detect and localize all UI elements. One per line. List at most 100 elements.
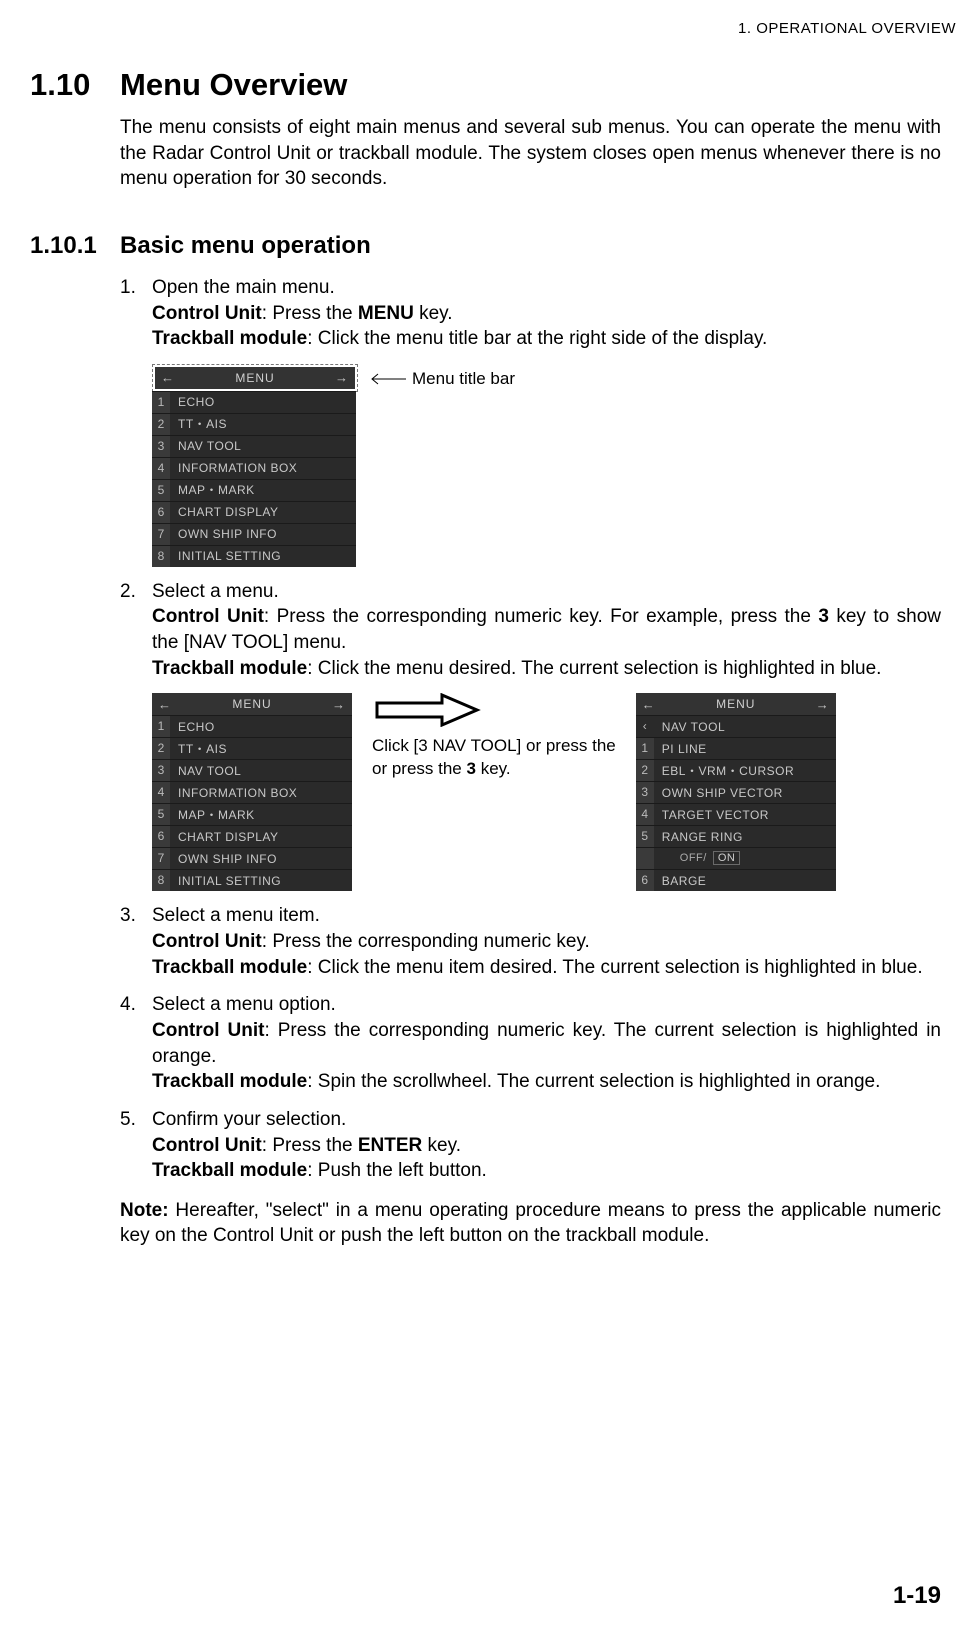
menu-item-number: 1 — [152, 392, 170, 413]
page: 1. OPERATIONAL OVERVIEW 1.10 Menu Overvi… — [0, 0, 971, 1640]
step-lead: Open the main menu. — [152, 277, 335, 298]
menu-titlebar: ← MENU → — [155, 367, 355, 389]
trackball-label: Trackball module — [152, 1160, 307, 1181]
menu-item: 2TT・AIS — [152, 737, 352, 759]
note-paragraph: Note: Hereafter, "select" in a menu oper… — [120, 1198, 941, 1249]
text: : Press the — [262, 303, 358, 324]
arrow-left-icon: ← — [158, 696, 172, 714]
menu-item: 7OWN SHIP INFO — [152, 523, 356, 545]
menu-item-number: 3 — [152, 436, 170, 457]
menu-item-label: INFORMATION BOX — [170, 785, 352, 801]
text: : Press the corresponding numeric key. T… — [152, 1020, 941, 1067]
menu-item: 5RANGE RING — [636, 825, 836, 847]
menu-item-label: ECHO — [170, 394, 356, 410]
text: : Press the corresponding numeric key. — [262, 931, 590, 952]
step-2: Select a menu. Control Unit: Press the c… — [120, 579, 941, 892]
menu-item-label: OWN SHIP VECTOR — [654, 785, 836, 801]
menu-title: MENU — [716, 696, 755, 712]
step-1: Open the main menu. Control Unit: Press … — [120, 275, 941, 567]
text: key. — [414, 303, 453, 324]
text: key. — [422, 1135, 461, 1156]
trackball-label: Trackball module — [152, 1071, 307, 1092]
arrow-left-icon: ← — [161, 369, 175, 387]
step-lead: Select a menu. — [152, 581, 279, 602]
text: : Click the menu title bar at the right … — [307, 328, 767, 349]
menu-item-number: 5 — [152, 804, 170, 825]
menu-item-label: CHART DISPLAY — [170, 829, 352, 845]
menu-titlebar: ← MENU → — [636, 693, 836, 715]
arrow-right-icon: → — [335, 369, 349, 387]
menu-item-label: TT・AIS — [170, 741, 352, 757]
menu-item-number: 7 — [152, 848, 170, 869]
menu-item: 1PI LINE — [636, 737, 836, 759]
figure-caption: Click [3 NAV TOOL] or press the or press… — [372, 735, 616, 779]
menu-item-number: 2 — [152, 738, 170, 759]
menu-item-number: 6 — [636, 870, 654, 891]
menu-item: 4TARGET VECTOR — [636, 803, 836, 825]
menu-item-number: 2 — [152, 414, 170, 435]
menu-title: MENU — [235, 370, 274, 386]
menu-item: 3NAV TOOL — [152, 759, 352, 781]
arrow-left-icon — [366, 372, 406, 386]
menu-panel-left: ← MENU → 1ECHO 2TT・AIS 3NAV TOOL 4INFORM… — [152, 693, 352, 891]
menu-item: 6CHART DISPLAY — [152, 501, 356, 523]
menu-item-label: CHART DISPLAY — [170, 504, 356, 520]
menu-item-number: 6 — [152, 502, 170, 523]
key-name: 3 — [467, 759, 476, 778]
menu-item-number: 8 — [152, 546, 170, 567]
note-label: Note: — [120, 1200, 169, 1221]
step-lead: Select a menu option. — [152, 994, 336, 1015]
menu-item-number: 6 — [152, 826, 170, 847]
running-header: 1. OPERATIONAL OVERVIEW — [30, 20, 956, 37]
step-4: Select a menu option. Control Unit: Pres… — [120, 992, 941, 1095]
key-name: 3 — [818, 606, 829, 627]
menu-item: 8INITIAL SETTING — [152, 869, 352, 891]
menu-item-label: BARGE — [654, 873, 836, 889]
text: : Press the — [262, 1135, 358, 1156]
menu-titlebar: ← MENU → — [152, 693, 352, 715]
trackball-label: Trackball module — [152, 658, 307, 679]
menu-item-label: INITIAL SETTING — [170, 873, 352, 889]
menu-item-number: 2 — [636, 760, 654, 781]
trackball-label: Trackball module — [152, 957, 307, 978]
section-number: 1.10 — [30, 67, 120, 103]
section-title: Menu Overview — [120, 67, 347, 103]
intro-paragraph: The menu consists of eight main menus an… — [120, 115, 941, 192]
back-icon: ‹ — [636, 716, 654, 737]
menu-item-label: PI LINE — [654, 741, 836, 757]
menu-item-number: 7 — [152, 524, 170, 545]
step-5: Confirm your selection. Control Unit: Pr… — [120, 1107, 941, 1184]
menu-title: MENU — [232, 696, 271, 712]
menu-item: 6CHART DISPLAY — [152, 825, 352, 847]
menu-option: OFF/ON — [654, 851, 836, 866]
menu-item: 5MAP・MARK — [152, 479, 356, 501]
key-name: MENU — [358, 303, 414, 324]
menu-item-label: RANGE RING — [654, 829, 836, 845]
menu-item: 1ECHO — [152, 715, 352, 737]
trackball-label: Trackball module — [152, 328, 307, 349]
figure-menu-select: ← MENU → 1ECHO 2TT・AIS 3NAV TOOL 4INFORM… — [152, 693, 941, 891]
arrow-right-icon: → — [816, 696, 830, 714]
menu-item-label: NAV TOOL — [654, 719, 836, 735]
caption-text: Click [3 NAV TOOL] or press the — [372, 736, 616, 755]
menu-item-number — [636, 848, 654, 869]
menu-option-row: OFF/ON — [636, 847, 836, 869]
menu-panel-wrapper: ← MENU → 1ECHO 2TT・AIS 3NAV TOOL 4INFORM… — [152, 364, 358, 567]
menu-item-label: MAP・MARK — [170, 482, 356, 498]
note-text: Hereafter, "select" in a menu operating … — [120, 1200, 941, 1247]
menu-item: 3NAV TOOL — [152, 435, 356, 457]
arrow-left-icon: ← — [642, 696, 656, 714]
control-unit-label: Control Unit — [152, 1020, 264, 1041]
menu-item-label: ECHO — [170, 719, 352, 735]
subsection-title: Basic menu operation — [120, 232, 371, 260]
control-unit-label: Control Unit — [152, 303, 262, 324]
step-lead: Confirm your selection. — [152, 1109, 346, 1130]
menu-item: 1ECHO — [152, 391, 356, 413]
text: : Click the menu desired. The current se… — [307, 658, 881, 679]
option-off: OFF/ — [680, 852, 707, 864]
figure-menu-titlebar: ← MENU → 1ECHO 2TT・AIS 3NAV TOOL 4INFORM… — [152, 364, 941, 567]
text: : Click the menu item desired. The curre… — [307, 957, 922, 978]
control-unit-label: Control Unit — [152, 1135, 262, 1156]
menu-item: 4INFORMATION BOX — [152, 457, 356, 479]
step-3: Select a menu item. Control Unit: Press … — [120, 903, 941, 980]
